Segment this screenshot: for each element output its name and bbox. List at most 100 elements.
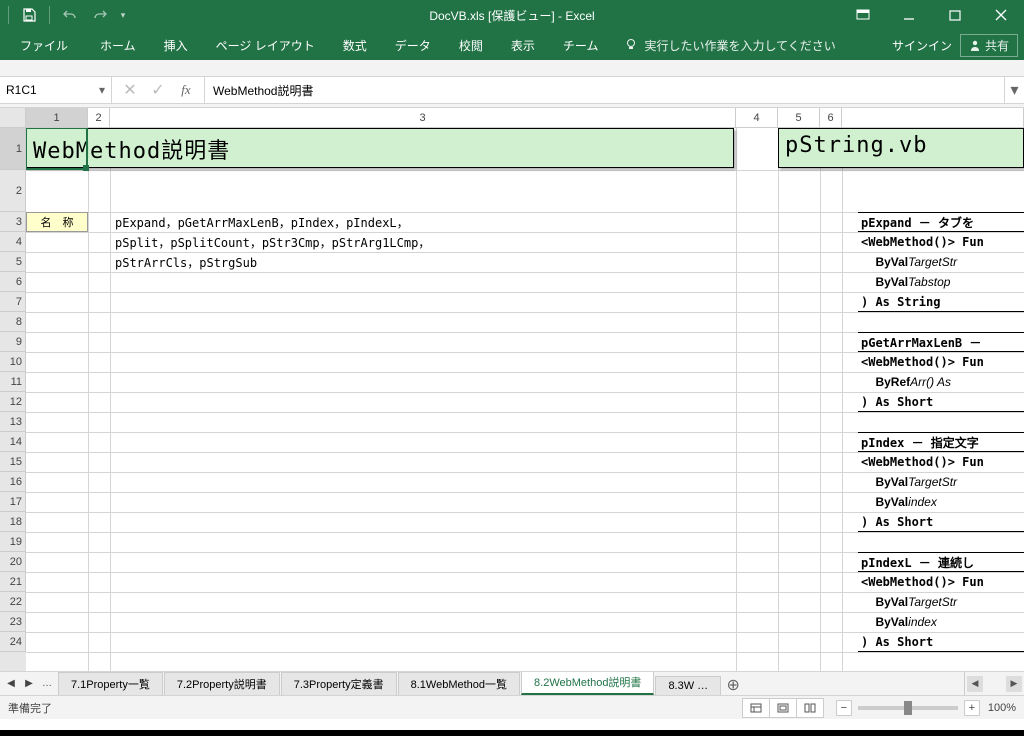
row-header-1[interactable]: 1	[0, 128, 26, 170]
sheet-tab-2[interactable]: 7.2Property説明書	[164, 672, 280, 695]
cell-r22b[interactable]: ByVal TargetStr	[858, 592, 1024, 612]
cell-title-main[interactable]: WebMethod説明書	[26, 128, 734, 168]
insert-function-button[interactable]: fx	[172, 79, 200, 101]
qat-customize-button[interactable]: ▾	[116, 3, 130, 27]
formula-input[interactable]: WebMethod説明書	[205, 77, 1004, 103]
row-header-4[interactable]: 4	[0, 232, 26, 252]
col-header-2[interactable]: 2	[88, 108, 110, 128]
cell-r7b[interactable]: ) As String	[858, 292, 1024, 312]
sheet-tab-6[interactable]: 8.3W …	[655, 676, 721, 695]
row-header-6[interactable]: 6	[0, 272, 26, 292]
undo-button[interactable]	[56, 3, 84, 27]
row-header-5[interactable]: 5	[0, 252, 26, 272]
row-header-11[interactable]: 11	[0, 372, 26, 392]
row-header-7[interactable]: 7	[0, 292, 26, 312]
cell-r9b[interactable]: pGetArrMaxLenB －	[858, 332, 1024, 352]
cell-r4b[interactable]: <WebMethod()> Fun	[858, 232, 1024, 252]
cell-r12b[interactable]: ) As Short	[858, 392, 1024, 412]
row-header-22[interactable]: 22	[0, 592, 26, 612]
select-all-corner[interactable]	[0, 108, 26, 128]
tab-formulas[interactable]: 数式	[329, 30, 381, 60]
name-box[interactable]: R1C1 ▾	[0, 77, 112, 103]
col-header-3[interactable]: 3	[110, 108, 736, 128]
col-header-6[interactable]: 6	[820, 108, 842, 128]
cancel-formula-button[interactable]: ✕	[116, 79, 144, 101]
sheet-nav-more[interactable]: …	[38, 673, 56, 695]
zoom-out-button[interactable]: −	[836, 700, 852, 716]
sheet-tab-5[interactable]: 8.2WebMethod説明書	[521, 672, 654, 695]
cell-label-name[interactable]: 名 称	[26, 212, 88, 232]
row-header-16[interactable]: 16	[0, 472, 26, 492]
row-header-2[interactable]: 2	[0, 170, 26, 212]
close-button[interactable]	[978, 0, 1024, 30]
scroll-right-icon[interactable]: ▶	[1006, 676, 1022, 692]
cell-r18b[interactable]: ) As Short	[858, 512, 1024, 532]
cell-title-file[interactable]: pString.vb	[778, 128, 1024, 168]
cell-r11b[interactable]: ByRef Arr() As	[858, 372, 1024, 392]
col-header-extra[interactable]	[842, 108, 1024, 128]
view-pagebreak-button[interactable]	[796, 698, 824, 718]
cell-r4c3[interactable]: pSplit，pSplitCount，pStr3Cmp，pStrArg1LCmp…	[112, 232, 732, 252]
cell-r17b[interactable]: ByVal index	[858, 492, 1024, 512]
row-header-9[interactable]: 9	[0, 332, 26, 352]
row-header-17[interactable]: 17	[0, 492, 26, 512]
tab-view[interactable]: 表示	[497, 30, 549, 60]
cell-r24b[interactable]: ) As Short	[858, 632, 1024, 652]
sheet-tab-4[interactable]: 8.1WebMethod一覧	[398, 672, 520, 695]
expand-formula-button[interactable]: ▾	[1004, 77, 1024, 103]
row-header-24[interactable]: 24	[0, 632, 26, 652]
tab-review[interactable]: 校閲	[445, 30, 497, 60]
zoom-percent[interactable]: 100%	[988, 702, 1016, 714]
sheet-tab-1[interactable]: 7.1Property一覧	[58, 672, 163, 695]
cell-r5c3[interactable]: pStrArrCls，pStrgSub	[112, 252, 732, 272]
tab-team[interactable]: チーム	[549, 30, 613, 60]
cell-r20b[interactable]: pIndexL － 連続し	[858, 552, 1024, 572]
ribbon-display-button[interactable]	[840, 0, 886, 30]
sheet-tab-3[interactable]: 7.3Property定義書	[281, 672, 397, 695]
sheet-nav-prev[interactable]: ◀	[2, 673, 20, 695]
tell-me-search[interactable]: 実行したい作業を入力してください	[624, 37, 835, 54]
horizontal-scrollbar[interactable]: ◀ ▶	[964, 672, 1024, 695]
row-header-13[interactable]: 13	[0, 412, 26, 432]
tab-insert[interactable]: 挿入	[150, 30, 202, 60]
cell-r15b[interactable]: <WebMethod()> Fun	[858, 452, 1024, 472]
new-sheet-button[interactable]: ⊕	[722, 675, 744, 695]
tab-home[interactable]: ホーム	[86, 30, 150, 60]
cell-r14b[interactable]: pIndex － 指定文字	[858, 432, 1024, 452]
view-normal-button[interactable]	[742, 698, 770, 718]
row-header-21[interactable]: 21	[0, 572, 26, 592]
redo-button[interactable]	[86, 3, 114, 27]
cell-r3b[interactable]: pExpand － タブを	[858, 212, 1024, 232]
col-header-1[interactable]: 1	[26, 108, 88, 128]
row-header-15[interactable]: 15	[0, 452, 26, 472]
enter-formula-button[interactable]: ✓	[144, 79, 172, 101]
col-header-5[interactable]: 5	[778, 108, 820, 128]
row-header-14[interactable]: 14	[0, 432, 26, 452]
signin-link[interactable]: サインイン	[892, 37, 952, 54]
sheet-nav-next[interactable]: ▶	[20, 673, 38, 695]
cell-r23b[interactable]: ByVal index	[858, 612, 1024, 632]
cell-r3c3[interactable]: pExpand，pGetArrMaxLenB，pIndex，pIndexL，	[112, 212, 732, 232]
maximize-button[interactable]	[932, 0, 978, 30]
zoom-slider-thumb[interactable]	[904, 701, 912, 715]
row-header-3[interactable]: 3	[0, 212, 26, 232]
row-header-23[interactable]: 23	[0, 612, 26, 632]
cell-r21b[interactable]: <WebMethod()> Fun	[858, 572, 1024, 592]
row-header-8[interactable]: 8	[0, 312, 26, 332]
scroll-left-icon[interactable]: ◀	[967, 676, 983, 692]
cell-r16b[interactable]: ByVal TargetStr	[858, 472, 1024, 492]
row-header-10[interactable]: 10	[0, 352, 26, 372]
row-header-12[interactable]: 12	[0, 392, 26, 412]
zoom-in-button[interactable]: +	[964, 700, 980, 716]
view-pagelayout-button[interactable]	[769, 698, 797, 718]
cell-r5b[interactable]: ByVal TargetStr	[858, 252, 1024, 272]
spreadsheet-grid[interactable]: 1 2 3 4 5 6 1 2 3 4 5 6 7 8 9 10 11 12 1…	[0, 108, 1024, 671]
tab-file[interactable]: ファイル	[6, 30, 82, 60]
cell-r10b[interactable]: <WebMethod()> Fun	[858, 352, 1024, 372]
share-button[interactable]: 共有	[960, 34, 1018, 57]
save-button[interactable]	[15, 3, 43, 27]
minimize-button[interactable]	[886, 0, 932, 30]
col-header-4[interactable]: 4	[736, 108, 778, 128]
row-header-20[interactable]: 20	[0, 552, 26, 572]
row-header-19[interactable]: 19	[0, 532, 26, 552]
